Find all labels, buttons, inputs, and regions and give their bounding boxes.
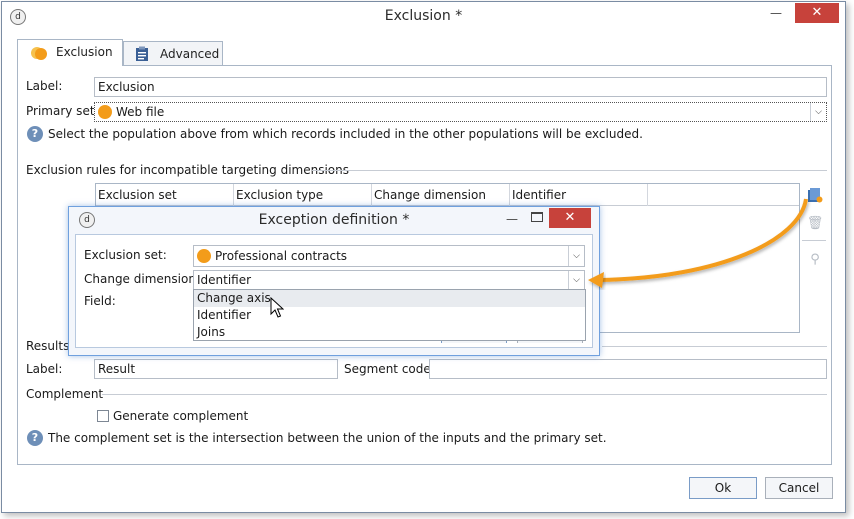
tab-exclusion[interactable]: Exclusion: [17, 39, 123, 66]
generate-complement-label: Generate complement: [113, 409, 249, 423]
chevron-down-icon[interactable]: ⌵: [810, 103, 826, 121]
dialog-minimize-button[interactable]: —: [499, 209, 525, 229]
chevron-down-icon[interactable]: ⌵: [568, 271, 584, 289]
ok-button[interactable]: Ok: [689, 477, 757, 499]
change-dimension-caption: Change dimension:: [84, 272, 200, 286]
trash-icon[interactable]: 🗑: [806, 215, 824, 233]
exclusion-rules-title: Exclusion rules for incompatible targeti…: [26, 163, 349, 177]
dropdown-option-change-axis[interactable]: Change axis: [194, 290, 585, 307]
minimize-button[interactable]: —: [763, 3, 789, 23]
generate-complement-checkbox[interactable]: [97, 410, 109, 422]
grid-header: Exclusion set Exclusion type Change dime…: [96, 184, 799, 206]
population-icon: [98, 105, 112, 119]
dialog-maximize-button[interactable]: [531, 212, 543, 222]
close-button[interactable]: ✕: [795, 3, 839, 23]
tab-exclusion-label: Exclusion: [56, 45, 113, 59]
results-label-caption: Label:: [26, 362, 63, 376]
exclusion-set-value: Professional contracts: [215, 249, 348, 263]
results-title: Results: [26, 339, 70, 353]
field-caption: Field:: [84, 294, 116, 308]
mouse-cursor: [270, 296, 285, 322]
section-divider: [312, 170, 827, 171]
complement-help-text: The complement set is the intersection b…: [48, 431, 607, 445]
primary-set-value: Web file: [116, 105, 165, 119]
change-dimension-dropdown[interactable]: Change axis Identifier Joins: [193, 289, 586, 341]
help-icon: ?: [27, 430, 43, 446]
results-label-input[interactable]: Result: [94, 359, 338, 379]
primary-set-select[interactable]: Web file ⌵: [94, 102, 827, 122]
results-divider: [602, 346, 827, 347]
column-header-exclusion-type[interactable]: Exclusion type: [234, 184, 372, 206]
primary-set-help-text: Select the population above from which r…: [48, 127, 643, 141]
dropdown-option-joins[interactable]: Joins: [194, 324, 585, 341]
segment-code-caption: Segment code:: [344, 362, 435, 376]
complement-title: Complement: [26, 387, 104, 401]
title-bar: d Exclusion * — ✕: [2, 2, 845, 32]
complement-divider: [102, 394, 827, 395]
tab-advanced-label: Advanced: [160, 47, 220, 61]
chevron-down-icon[interactable]: ⌵: [568, 246, 584, 266]
column-header-change-dimension[interactable]: Change dimension: [372, 184, 510, 206]
help-icon: ?: [27, 126, 43, 142]
tool-divider: [802, 240, 826, 241]
clipboard-icon: [135, 46, 149, 62]
population-icon: [197, 249, 211, 263]
tab-advanced[interactable]: Advanced: [123, 41, 223, 67]
window-title: Exclusion *: [384, 8, 463, 24]
dropdown-option-identifier[interactable]: Identifier: [194, 307, 585, 324]
search-icon[interactable]: ⚲: [806, 251, 824, 269]
primary-set-caption: Primary set:: [26, 104, 99, 118]
label-input[interactable]: Exclusion: [94, 77, 827, 97]
exclusion-set-select[interactable]: Professional contracts ⌵: [193, 245, 585, 267]
column-header-identifier[interactable]: Identifier: [510, 184, 648, 206]
label-caption: Label:: [26, 79, 63, 93]
edit-rule-icon[interactable]: [806, 187, 824, 205]
exclusion-icon: [30, 45, 48, 61]
column-header-exclusion-set[interactable]: Exclusion set: [96, 184, 234, 206]
dialog-close-button[interactable]: ✕: [549, 208, 591, 228]
segment-code-input[interactable]: [429, 359, 827, 379]
change-dimension-value: Identifier: [197, 273, 252, 287]
cancel-button[interactable]: Cancel: [765, 477, 833, 499]
exclusion-set-caption: Exclusion set:: [84, 248, 167, 262]
change-dimension-select[interactable]: Identifier ⌵: [193, 270, 585, 290]
